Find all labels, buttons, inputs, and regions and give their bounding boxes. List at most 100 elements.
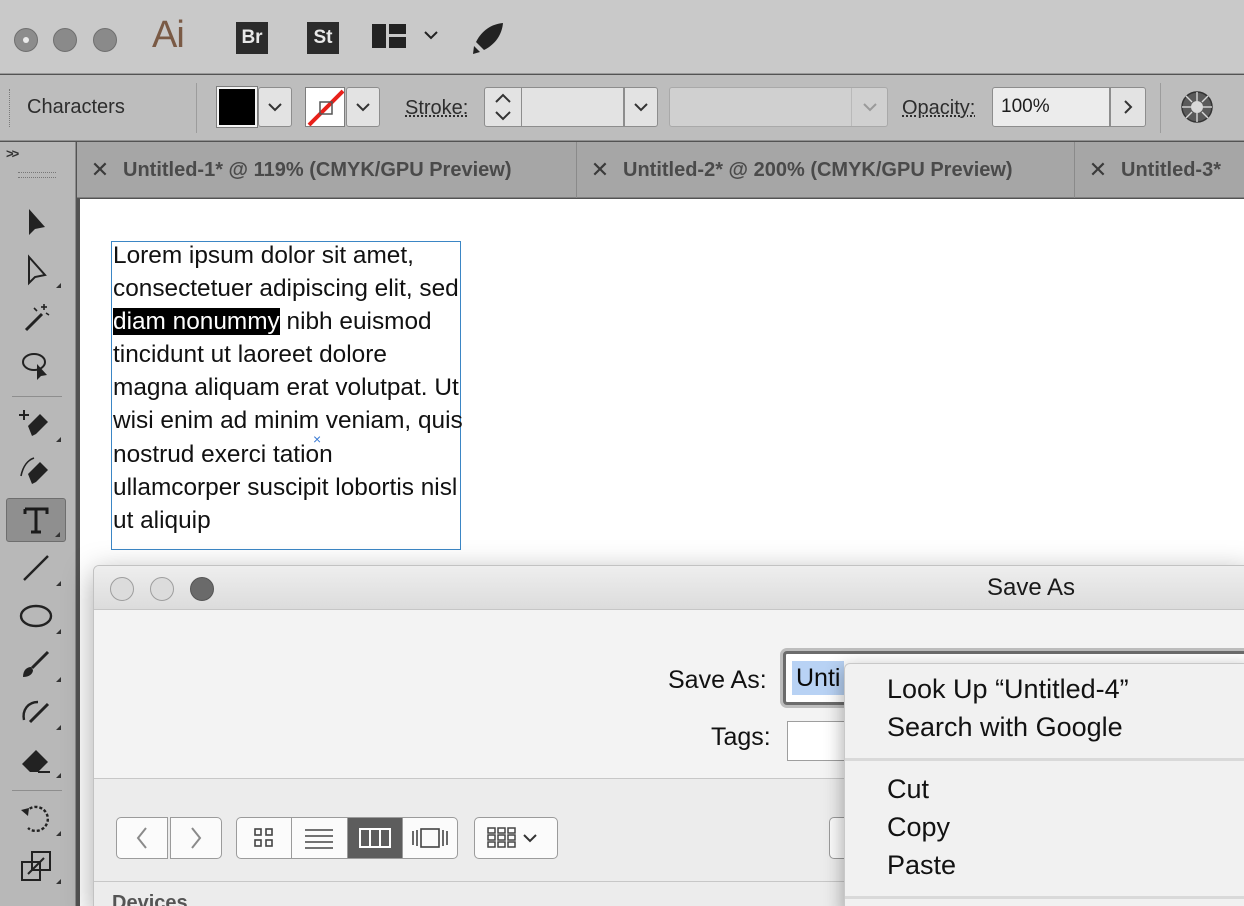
document-tab-1[interactable]: ✕ Untitled-1* @ 119% (CMYK/GPU Preview) (77, 142, 577, 198)
menu-separator (845, 896, 1244, 899)
control-bar: Characters Stroke: Opacity: 100% (0, 75, 1244, 141)
chevron-down-icon (862, 103, 877, 112)
chevron-down-icon[interactable] (422, 28, 440, 42)
stepper-arrows-icon (495, 93, 511, 121)
dialog-close-button[interactable] (110, 577, 134, 601)
arrange-documents-icon[interactable] (371, 23, 407, 49)
control-bar-grip[interactable] (9, 89, 12, 127)
fill-dropdown-button[interactable] (258, 87, 292, 127)
stroke-label[interactable]: Stroke: (405, 97, 468, 120)
minimize-window-button[interactable] (53, 28, 77, 52)
direct-selection-icon (28, 254, 47, 286)
direct-selection-tool[interactable] (6, 248, 66, 292)
close-window-button[interactable] (14, 28, 38, 52)
menu-separator (845, 758, 1244, 761)
stroke-color-swatch[interactable] (305, 87, 345, 127)
chevron-down-icon (268, 103, 282, 112)
selection-arrow-icon (29, 209, 45, 235)
bridge-button[interactable]: Br (236, 22, 268, 54)
divider (1160, 83, 1161, 133)
scale-icon (21, 851, 51, 881)
chevron-right-icon (191, 827, 202, 849)
menu-item-paste[interactable]: Paste (887, 850, 956, 881)
line-segment-tool[interactable] (6, 546, 66, 590)
opacity-slider-button[interactable] (1110, 87, 1146, 127)
tab-label: Untitled-3* (1121, 158, 1221, 181)
eraser-icon (22, 750, 50, 773)
menu-item-look-up[interactable]: Look Up “Untitled-4” (887, 674, 1129, 705)
no-stroke-icon (307, 89, 344, 126)
selected-text[interactable]: diam nonummy (113, 308, 280, 336)
view-mode-control (236, 817, 458, 859)
collapse-panel-icon[interactable]: >> (6, 146, 19, 161)
text-content[interactable]: Lorem ipsum dolor sit amet, consectetuer… (113, 239, 463, 537)
lasso-tool[interactable] (6, 344, 66, 388)
list-view-button[interactable] (292, 818, 348, 858)
scale-tool[interactable] (6, 844, 66, 888)
fill-color-swatch[interactable] (216, 86, 258, 128)
stroke-weight-stepper[interactable] (484, 87, 522, 127)
paintbrush-tool[interactable] (6, 642, 66, 686)
zoom-window-button[interactable] (93, 28, 117, 52)
dialog-title: Save As (987, 574, 1076, 601)
close-tab-icon[interactable]: ✕ (577, 157, 623, 183)
paintbrush-icon (23, 650, 50, 677)
application-bar: Ai Br St (0, 0, 1244, 74)
dialog-zoom-button[interactable] (190, 577, 214, 601)
panel-grip[interactable] (18, 172, 56, 178)
opacity-input[interactable]: 100% (992, 87, 1110, 127)
variable-width-profile-select[interactable] (669, 87, 888, 127)
chevron-down-icon (356, 103, 370, 112)
gpu-performance-icon[interactable] (470, 20, 506, 56)
column-view-button[interactable] (347, 818, 403, 858)
context-menu: Look Up “Untitled-4” Search with Google … (844, 663, 1244, 906)
selection-tool[interactable] (6, 200, 66, 244)
recolor-artwork-icon[interactable] (1180, 90, 1214, 124)
shaper-icon (22, 700, 50, 724)
text-before-selection: Lorem ipsum dolor sit amet, consectetuer… (113, 242, 459, 303)
magic-wand-tool[interactable] (6, 296, 66, 340)
arrange-grid-icon (487, 827, 537, 848)
stock-button[interactable]: St (307, 22, 339, 54)
type-tool[interactable] (6, 498, 66, 542)
icon-view-button[interactable] (237, 818, 293, 858)
stroke-weight-input[interactable] (522, 87, 624, 127)
cover-flow-view-button[interactable] (403, 818, 457, 858)
ellipse-tool[interactable] (6, 594, 66, 638)
divider (196, 83, 197, 133)
chevron-right-icon (1124, 100, 1133, 114)
rotate-tool[interactable] (6, 796, 66, 840)
close-tab-icon[interactable]: ✕ (77, 157, 123, 183)
context-label: Characters (27, 96, 125, 118)
menu-item-copy[interactable]: Copy (887, 812, 950, 843)
line-icon (23, 555, 49, 581)
stroke-dropdown-button[interactable] (346, 87, 380, 127)
pen-tool[interactable] (6, 402, 66, 446)
menu-item-search-google[interactable]: Search with Google (887, 712, 1123, 743)
dialog-minimize-button[interactable] (150, 577, 174, 601)
lasso-icon (22, 353, 47, 380)
area-text-frame[interactable]: Lorem ipsum dolor sit amet, consectetuer… (111, 239, 463, 550)
document-tab-2[interactable]: ✕ Untitled-2* @ 200% (CMYK/GPU Preview) (577, 142, 1075, 198)
dialog-titlebar[interactable]: Save As (94, 566, 1244, 610)
stroke-weight-dropdown[interactable] (624, 87, 658, 127)
curvature-tool[interactable] (6, 450, 66, 494)
rotate-icon (21, 805, 49, 833)
eraser-tool[interactable] (6, 738, 66, 782)
cover-flow-icon (412, 828, 448, 848)
close-tab-icon[interactable]: ✕ (1075, 157, 1121, 183)
pen-add-icon (19, 410, 48, 436)
back-button[interactable] (116, 817, 168, 859)
forward-button[interactable] (170, 817, 222, 859)
opacity-label[interactable]: Opacity: (902, 97, 975, 120)
save-as-label: Save As: (668, 666, 767, 694)
shaper-tool[interactable] (6, 690, 66, 734)
filename-selected-text[interactable]: Unti (792, 661, 845, 695)
tags-label: Tags: (711, 723, 771, 751)
document-tab-3[interactable]: ✕ Untitled-3* (1075, 142, 1244, 198)
divider (12, 396, 62, 397)
arrange-menu-button[interactable] (474, 817, 558, 859)
tools-panel: >> (0, 142, 76, 906)
menu-item-cut[interactable]: Cut (887, 774, 929, 805)
ellipse-icon (19, 604, 53, 628)
